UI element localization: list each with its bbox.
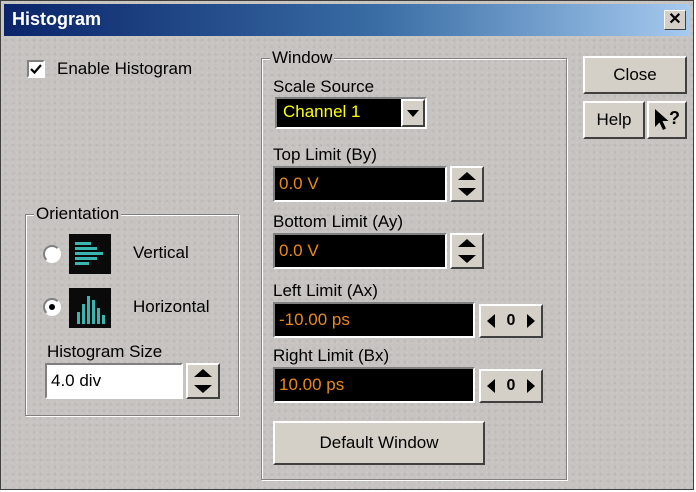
right-limit-label: Right Limit (Bx) <box>273 346 390 365</box>
question-mark: ? <box>669 108 680 128</box>
orientation-legend: Orientation <box>34 204 122 224</box>
bottom-limit-spinner[interactable] <box>450 233 484 269</box>
scale-source-select[interactable]: Channel 1 <box>275 97 427 129</box>
left-limit-stepper[interactable]: 0 <box>479 304 543 338</box>
checkmark-icon <box>30 64 42 75</box>
spin-down-icon[interactable] <box>452 251 482 267</box>
scale-source-label: Scale Source <box>273 77 375 96</box>
bottom-limit-label: Bottom Limit (Ay) <box>273 212 404 231</box>
close-button[interactable]: Close <box>583 56 687 94</box>
histogram-size-spinner[interactable] <box>186 363 220 399</box>
spin-up-icon[interactable] <box>452 235 482 251</box>
window-title: Histogram <box>12 9 102 29</box>
zero-button[interactable]: 0 <box>501 371 521 401</box>
help-button[interactable]: Help <box>583 101 645 139</box>
horizontal-radio[interactable] <box>43 298 61 316</box>
vertical-icon <box>69 234 111 274</box>
spin-down-icon[interactable] <box>188 381 218 397</box>
step-left-icon[interactable] <box>481 371 501 401</box>
chevron-down-icon[interactable] <box>401 99 425 127</box>
right-limit-stepper[interactable]: 0 <box>479 369 543 403</box>
vertical-label: Vertical <box>133 243 189 262</box>
scale-source-value: Channel 1 <box>283 102 361 121</box>
title-bar[interactable]: Histogram ✕ <box>4 4 690 36</box>
zero-button[interactable]: 0 <box>501 306 521 336</box>
step-right-icon[interactable] <box>521 306 541 336</box>
bottom-limit-input[interactable]: 0.0 V <box>273 233 447 269</box>
whats-this-button[interactable]: ? <box>647 101 687 139</box>
top-limit-label: Top Limit (By) <box>273 145 377 164</box>
top-limit-spinner[interactable] <box>450 166 484 202</box>
enable-histogram-checkbox[interactable] <box>27 60 45 78</box>
vertical-radio[interactable] <box>43 245 61 263</box>
default-window-button[interactable]: Default Window <box>273 421 485 465</box>
step-right-icon[interactable] <box>521 371 541 401</box>
horizontal-label: Horizontal <box>133 297 210 316</box>
top-limit-input[interactable]: 0.0 V <box>273 166 447 202</box>
left-limit-label: Left Limit (Ax) <box>273 281 378 300</box>
spin-down-icon[interactable] <box>452 184 482 200</box>
right-limit-input[interactable]: 10.00 ps <box>273 367 475 403</box>
left-limit-input[interactable]: -10.00 ps <box>273 302 475 338</box>
horizontal-icon <box>69 288 111 328</box>
histogram-size-label: Histogram Size <box>47 342 163 361</box>
histogram-dialog: Histogram ✕ Enable Histogram Orientation… <box>0 0 694 490</box>
window-legend: Window <box>270 48 335 68</box>
enable-histogram-label: Enable Histogram <box>57 59 193 78</box>
spin-up-icon[interactable] <box>452 168 482 184</box>
spin-up-icon[interactable] <box>188 365 218 381</box>
step-left-icon[interactable] <box>481 306 501 336</box>
close-x-button[interactable]: ✕ <box>664 10 686 30</box>
histogram-size-input[interactable]: 4.0 div <box>45 363 183 399</box>
